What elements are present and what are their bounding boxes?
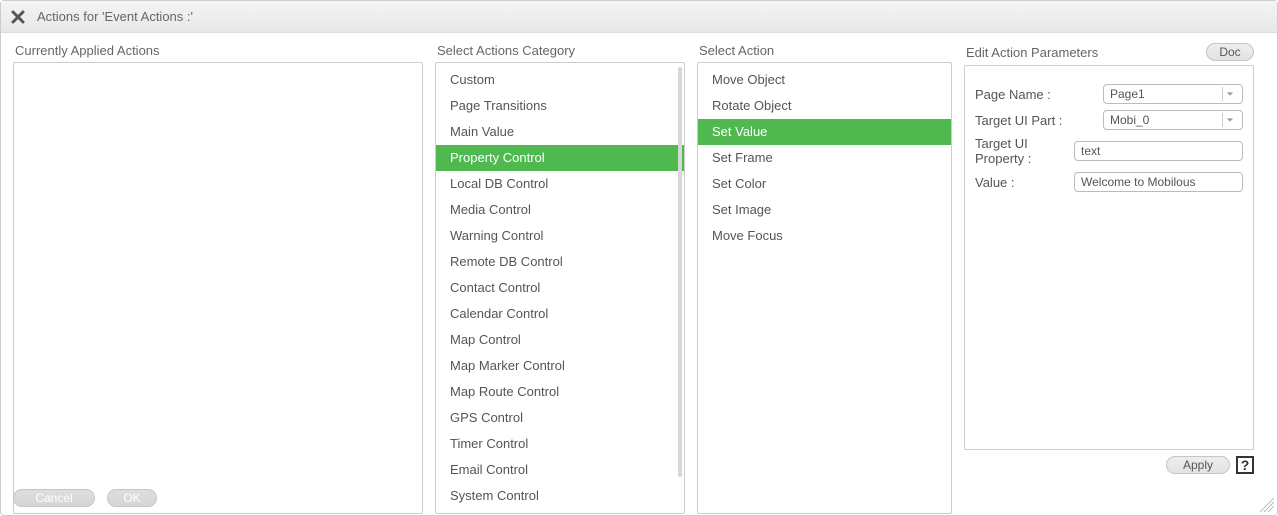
- titlebar: Actions for 'Event Actions :': [1, 1, 1277, 33]
- chevron-down-icon: [1222, 87, 1236, 101]
- param-row-value: Value :: [975, 172, 1243, 192]
- target-ui-part-value: Mobi_0: [1110, 113, 1149, 127]
- category-item[interactable]: Calendar Control: [436, 301, 684, 327]
- category-item[interactable]: Email Control: [436, 457, 684, 483]
- col-action: Select Action Move ObjectRotate ObjectSe…: [697, 43, 952, 516]
- category-item[interactable]: Custom: [436, 67, 684, 93]
- category-item[interactable]: Warning Control: [436, 223, 684, 249]
- applied-actions-list[interactable]: [13, 62, 423, 514]
- category-item[interactable]: GPS Control: [436, 405, 684, 431]
- target-ui-part-label: Target UI Part :: [975, 113, 1095, 128]
- target-ui-property-label: Target UI Property :: [975, 136, 1066, 166]
- category-item[interactable]: Remote DB Control: [436, 249, 684, 275]
- action-header: Select Action: [697, 43, 952, 58]
- params-box: Page Name : Page1 Target UI Part : Mobi_…: [964, 65, 1254, 450]
- scrollbar[interactable]: [678, 67, 682, 477]
- dialog-footer: Cancel OK: [13, 489, 157, 507]
- category-item[interactable]: Page Transitions: [436, 93, 684, 119]
- apply-row: Apply ?: [964, 456, 1254, 474]
- action-item[interactable]: Set Color: [698, 171, 951, 197]
- value-input[interactable]: [1074, 172, 1243, 192]
- cancel-button[interactable]: Cancel: [13, 489, 95, 507]
- action-item[interactable]: Set Image: [698, 197, 951, 223]
- param-row-page-name: Page Name : Page1: [975, 84, 1243, 104]
- col-params: Edit Action Parameters Doc Page Name : P…: [964, 43, 1254, 516]
- action-item[interactable]: Set Frame: [698, 145, 951, 171]
- resize-grip-icon[interactable]: [1256, 494, 1274, 512]
- chevron-down-icon: [1222, 113, 1236, 127]
- page-name-select[interactable]: Page1: [1103, 84, 1243, 104]
- param-row-target-ui-property: Target UI Property :: [975, 136, 1243, 166]
- category-item[interactable]: Map Route Control: [436, 379, 684, 405]
- help-icon[interactable]: ?: [1236, 456, 1254, 474]
- applied-actions-header: Currently Applied Actions: [13, 43, 423, 58]
- category-item[interactable]: Contact Control: [436, 275, 684, 301]
- apply-button[interactable]: Apply: [1166, 456, 1230, 474]
- doc-button[interactable]: Doc: [1206, 43, 1254, 61]
- params-header-row: Edit Action Parameters Doc: [964, 43, 1254, 61]
- page-name-label: Page Name :: [975, 87, 1095, 102]
- action-item[interactable]: Move Object: [698, 67, 951, 93]
- category-item[interactable]: Media Control: [436, 197, 684, 223]
- target-ui-part-select[interactable]: Mobi_0: [1103, 110, 1243, 130]
- category-header: Select Actions Category: [435, 43, 685, 58]
- param-row-target-ui-part: Target UI Part : Mobi_0: [975, 110, 1243, 130]
- target-ui-property-input[interactable]: [1074, 141, 1243, 161]
- category-item[interactable]: Map Marker Control: [436, 353, 684, 379]
- ok-button[interactable]: OK: [107, 489, 157, 507]
- action-list[interactable]: Move ObjectRotate ObjectSet ValueSet Fra…: [697, 62, 952, 514]
- category-item[interactable]: Property Control: [436, 145, 684, 171]
- page-name-value: Page1: [1110, 87, 1145, 101]
- dialog-window: Actions for 'Event Actions :' Currently …: [0, 0, 1278, 516]
- category-item[interactable]: Map Control: [436, 327, 684, 353]
- params-header: Edit Action Parameters: [964, 45, 1098, 60]
- close-icon[interactable]: [9, 8, 27, 26]
- category-item[interactable]: Timer Control: [436, 431, 684, 457]
- action-item[interactable]: Set Value: [698, 119, 951, 145]
- category-list[interactable]: CustomPage TransitionsMain ValueProperty…: [435, 62, 685, 514]
- action-item[interactable]: Move Focus: [698, 223, 951, 249]
- category-item[interactable]: System Control: [436, 483, 684, 509]
- category-item[interactable]: Main Value: [436, 119, 684, 145]
- dialog-title: Actions for 'Event Actions :': [37, 9, 193, 24]
- action-item[interactable]: Rotate Object: [698, 93, 951, 119]
- dialog-content: Currently Applied Actions Cut Copy Paste…: [1, 33, 1277, 516]
- col-category: Select Actions Category CustomPage Trans…: [435, 43, 685, 516]
- col-applied-actions: Currently Applied Actions Cut Copy Paste…: [13, 43, 423, 516]
- category-item[interactable]: Local DB Control: [436, 171, 684, 197]
- value-label: Value :: [975, 175, 1066, 190]
